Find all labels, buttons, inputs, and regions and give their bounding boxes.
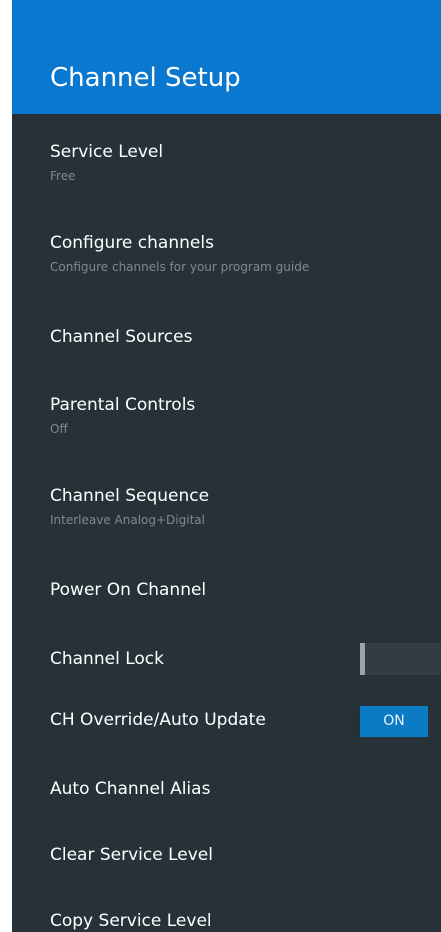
setting-service-level[interactable]: Service Level Free xyxy=(12,141,441,201)
setting-title: Clear Service Level xyxy=(50,845,213,865)
setting-title: Parental Controls xyxy=(50,395,196,415)
setting-channel-sequence[interactable]: Channel Sequence Interleave Analog+Digit… xyxy=(12,485,441,545)
setting-title: CH Override/Auto Update xyxy=(50,710,266,730)
setting-title: Service Level xyxy=(50,142,164,162)
setting-title: Configure channels xyxy=(50,233,214,253)
setting-configure-channels[interactable]: Configure channels Configure channels fo… xyxy=(12,232,441,292)
ch-override-toggle[interactable]: ON xyxy=(352,706,428,737)
setting-auto-channel-alias[interactable]: Auto Channel Alias xyxy=(12,778,441,838)
setting-copy-service-level[interactable]: Copy Service Level xyxy=(12,910,441,932)
app-header: Channel Setup xyxy=(12,0,441,114)
setting-title: Channel Sources xyxy=(50,327,193,347)
setting-title: Copy Service Level xyxy=(50,911,212,931)
setting-title: Channel Sequence xyxy=(50,486,210,506)
settings-list: Service Level Free Configure channels Co… xyxy=(12,114,441,932)
setting-value: Free xyxy=(50,169,76,183)
setting-ch-override-auto-update[interactable]: CH Override/Auto Update ON xyxy=(12,706,441,769)
channel-setup-screen: Channel Setup Service Level Free Configu… xyxy=(12,0,441,932)
setting-parental-controls[interactable]: Parental Controls Off xyxy=(12,394,441,454)
setting-title: Power On Channel xyxy=(50,580,207,600)
setting-power-on-channel[interactable]: Power On Channel xyxy=(12,579,441,639)
setting-clear-service-level[interactable]: Clear Service Level xyxy=(12,844,441,904)
setting-title: Auto Channel Alias xyxy=(50,779,211,799)
setting-value: Off xyxy=(50,422,68,436)
setting-description: Configure channels for your program guid… xyxy=(50,260,310,274)
setting-title: Channel Lock xyxy=(50,649,164,669)
setting-value: Interleave Analog+Digital xyxy=(50,513,205,527)
channel-lock-toggle[interactable] xyxy=(360,643,441,675)
toggle-knob xyxy=(360,643,365,675)
toggle-on-label: ON xyxy=(360,706,428,737)
setting-channel-sources[interactable]: Channel Sources xyxy=(12,326,441,386)
page-title: Channel Setup xyxy=(50,63,241,93)
setting-channel-lock[interactable]: Channel Lock xyxy=(12,643,441,708)
